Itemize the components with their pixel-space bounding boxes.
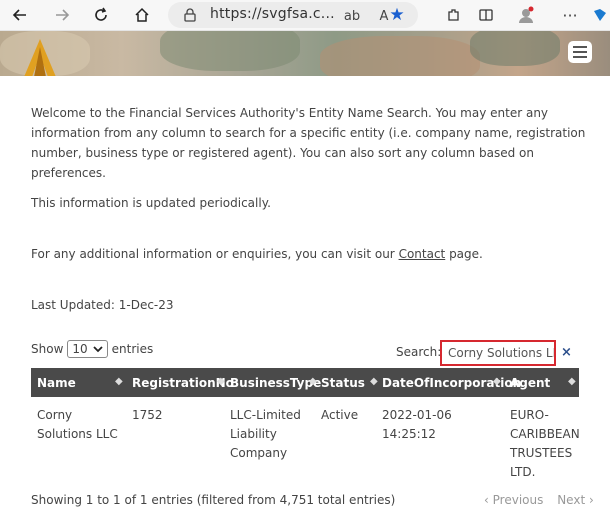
cell-date: 2022-01-06 14:25:12 [382, 408, 452, 441]
sort-icon[interactable]: ◆ [493, 376, 501, 387]
sort-icon[interactable]: ◆ [217, 376, 225, 387]
column-header-name[interactable]: Name [37, 376, 76, 390]
cell-status: Active [321, 408, 359, 422]
more-options-icon[interactable]: ··· [560, 5, 580, 25]
next-button[interactable]: Next [557, 493, 585, 507]
clear-search-icon[interactable]: × [561, 345, 572, 360]
cell-registration-no: 1752 [132, 408, 163, 422]
search-input[interactable]: Corny Solutions LLC [440, 340, 556, 366]
cell-name: Corny Solutions LLC [37, 408, 118, 441]
sort-icon[interactable]: ◆ [309, 376, 317, 387]
page-size-select[interactable]: 10 [67, 340, 108, 358]
cell-business-type: LLC-Limited Liability Company [230, 408, 301, 460]
chevron-right-icon: › [588, 493, 594, 507]
contact-prefix: For any additional information or enquir… [31, 247, 399, 261]
chevron-left-icon: ‹ [484, 493, 489, 507]
column-header-businesstype[interactable]: BusinessType [230, 376, 321, 390]
browser-toolbar: https://svgfsa.c... ab A ★ ··· [0, 0, 610, 31]
header-banner [0, 31, 610, 76]
contact-link[interactable]: Contact [399, 247, 446, 261]
refresh-icon[interactable] [89, 3, 113, 27]
entries-label: entries [111, 342, 154, 356]
menu-icon[interactable] [568, 41, 592, 63]
last-updated: Last Updated: 1-Dec-23 [31, 298, 174, 312]
contact-paragraph: For any additional information or enquir… [31, 244, 586, 264]
update-note: This information is updated periodically… [31, 196, 271, 210]
sort-icon[interactable]: ◆ [115, 376, 123, 387]
logo-icon [24, 39, 56, 76]
sort-icon[interactable]: ◆ [370, 376, 378, 387]
page-size-control: Show 10 entries [31, 340, 153, 358]
lock-icon[interactable] [180, 5, 200, 25]
table-header: Name ◆ RegistrationNo ◆ BusinessType ◆ S… [31, 368, 579, 397]
forward-icon[interactable] [50, 3, 74, 27]
table-info: Showing 1 to 1 of 1 entries (filtered fr… [31, 493, 396, 507]
search-label: Search: [396, 345, 442, 359]
intro-paragraph: Welcome to the Financial Services Author… [31, 106, 586, 180]
chevron-down-icon [93, 346, 103, 353]
pagination: ‹ Previous Next › [484, 493, 594, 507]
previous-button[interactable]: Previous [493, 493, 544, 507]
back-icon[interactable] [8, 3, 32, 27]
profile-avatar[interactable] [516, 5, 536, 25]
split-screen-icon[interactable] [476, 5, 496, 25]
column-header-status[interactable]: Status [321, 376, 365, 390]
page-size-value: 10 [72, 342, 88, 356]
copilot-icon[interactable] [590, 5, 610, 25]
sort-icon[interactable]: ◆ [568, 376, 576, 387]
home-icon[interactable] [130, 3, 154, 27]
column-header-agent[interactable]: Agent [510, 376, 550, 390]
show-label: Show [31, 342, 64, 356]
extensions-icon[interactable] [444, 5, 464, 25]
url-text[interactable]: https://svgfsa.c... [210, 6, 335, 22]
favorite-star-icon[interactable]: ★ [387, 5, 407, 25]
contact-suffix: page. [445, 247, 483, 261]
cell-agent: EURO-CARIBBEAN TRUSTEES LTD. [510, 408, 580, 479]
read-aloud-icon[interactable]: ab [342, 6, 362, 26]
